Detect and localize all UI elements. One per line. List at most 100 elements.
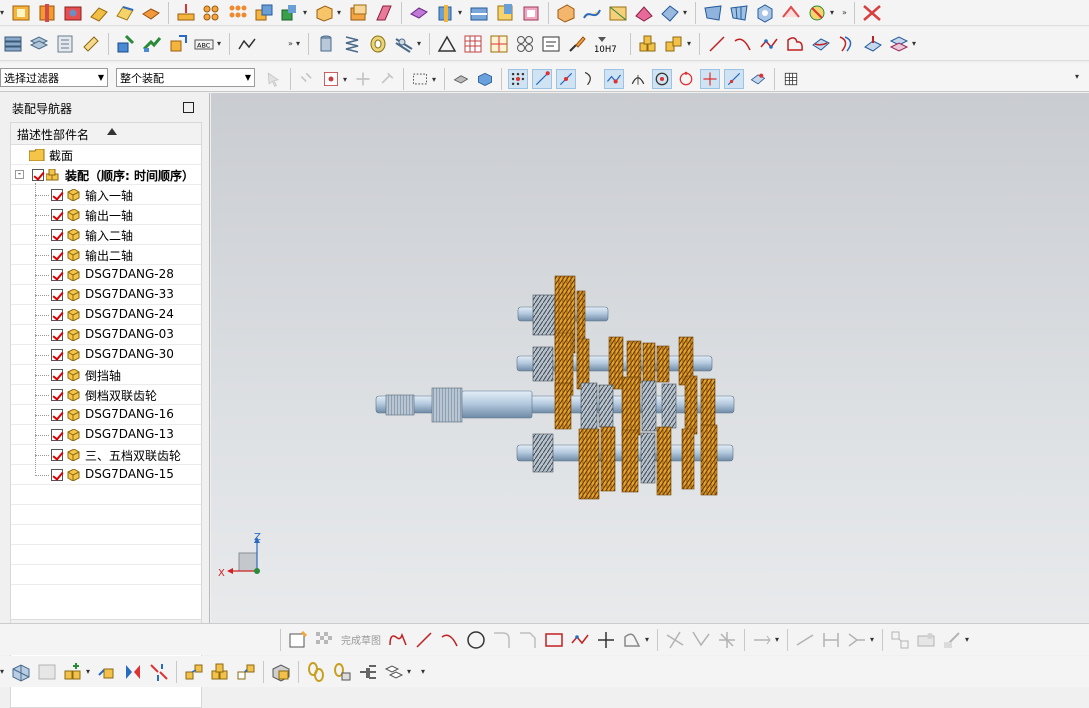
profile-sketch-icon[interactable]: [387, 629, 409, 651]
checkbox-checked-icon[interactable]: [32, 169, 44, 181]
tree-node-part[interactable]: DSG7DANG-33: [11, 285, 201, 305]
checkbox-checked-icon[interactable]: [51, 369, 63, 381]
split-body-icon[interactable]: [468, 2, 490, 24]
sequence-icon[interactable]: [235, 661, 257, 683]
project-curve-icon[interactable]: [862, 33, 884, 55]
move-component-icon[interactable]: [115, 33, 137, 55]
overflow-dropdown-icon[interactable]: ▾: [1075, 72, 1081, 81]
rapid-dimension-icon[interactable]: [820, 629, 842, 651]
patch-icon[interactable]: [494, 2, 516, 24]
quick-trim-icon[interactable]: [664, 629, 686, 651]
face-icon[interactable]: [607, 2, 629, 24]
finish-sketch-label[interactable]: 完成草图: [341, 632, 381, 647]
array-icon[interactable]: [201, 2, 223, 24]
chamfer-icon[interactable]: [114, 2, 136, 24]
gear-lower-6[interactable]: [700, 424, 718, 496]
gear-upper-grey[interactable]: [532, 346, 554, 382]
snap-on-face-icon[interactable]: [749, 70, 767, 88]
overflow-more-icon[interactable]: »: [288, 39, 294, 48]
offset-sketch-icon[interactable]: [621, 629, 643, 651]
snap-arc-center-icon[interactable]: [629, 70, 647, 88]
note-icon[interactable]: [80, 33, 102, 55]
tree-node-section[interactable]: 截面: [11, 145, 201, 165]
tree-node-part[interactable]: DSG7DANG-13: [11, 425, 201, 445]
link-geometry-icon[interactable]: [331, 661, 353, 683]
dropdown-arrow-icon[interactable]: ▾: [775, 635, 781, 644]
checkbox-checked-icon[interactable]: [51, 309, 63, 321]
checkbox-checked-icon[interactable]: [51, 469, 63, 481]
sphere-pattern-icon[interactable]: [514, 33, 536, 55]
tree-node-part[interactable]: DSG7DANG-03: [11, 325, 201, 345]
dropdown-arrow-icon[interactable]: ▾: [645, 635, 651, 644]
gear-lower-2[interactable]: [600, 426, 616, 492]
feature-select-icon[interactable]: [298, 70, 316, 88]
overflow-dropdown-icon[interactable]: ▾: [0, 8, 6, 17]
checkbox-checked-icon[interactable]: [51, 229, 63, 241]
extract-geometry-icon[interactable]: [555, 2, 577, 24]
draft-icon[interactable]: [373, 2, 395, 24]
tree-node-part[interactable]: 输出二轴: [11, 245, 201, 265]
graphics-viewport[interactable]: Z X: [211, 93, 1089, 623]
column-header[interactable]: 描述性部件名: [11, 123, 201, 145]
gear-lower-4[interactable]: [656, 426, 672, 496]
mirror-assembly-icon[interactable]: [122, 661, 144, 683]
scope-select[interactable]: 整个装配 ▼: [116, 68, 255, 87]
clearance-analysis-icon[interactable]: [270, 661, 292, 683]
main-gear-grey-1[interactable]: [580, 382, 598, 430]
circle-icon[interactable]: [465, 629, 487, 651]
tree-node-part[interactable]: 倒挡轴: [11, 365, 201, 385]
assembly-components-icon[interactable]: [10, 661, 32, 683]
rectangle-select-icon[interactable]: [411, 70, 429, 88]
overflow-dropdown-icon[interactable]: ▾: [421, 667, 427, 676]
tree-node-part[interactable]: DSG7DANG-28: [11, 265, 201, 285]
general-select-icon[interactable]: [265, 70, 283, 88]
grid-toggle-icon[interactable]: [782, 70, 800, 88]
layer-stack-icon[interactable]: [28, 33, 50, 55]
snap-midpoint-icon[interactable]: [556, 69, 576, 89]
dropdown-arrow-icon[interactable]: ▾: [912, 39, 918, 48]
brush-icon[interactable]: [566, 33, 588, 55]
replace-face-icon[interactable]: [520, 2, 542, 24]
input-sleeve[interactable]: [461, 390, 533, 419]
add-component-icon[interactable]: [62, 661, 84, 683]
checkbox-checked-icon[interactable]: [51, 269, 63, 281]
dropdown-arrow-icon[interactable]: ▾: [965, 635, 971, 644]
unite-icon[interactable]: [253, 2, 275, 24]
checkbox-checked-icon[interactable]: [51, 389, 63, 401]
dropdown-arrow-icon[interactable]: ▾: [830, 8, 836, 17]
main-gear-grey-3[interactable]: [641, 380, 657, 432]
law-extension-icon[interactable]: [806, 2, 828, 24]
snap-endpoint-icon[interactable]: [532, 69, 552, 89]
interface-icon[interactable]: [357, 661, 379, 683]
curve-on-surface-icon[interactable]: [810, 33, 832, 55]
tolerance-icon[interactable]: 10H7: [592, 33, 624, 55]
sketch-settings-icon[interactable]: [889, 629, 911, 651]
dropdown-arrow-icon[interactable]: ▾: [217, 39, 223, 48]
snap-center-icon[interactable]: [652, 69, 672, 89]
snap-quadrant-icon[interactable]: [677, 70, 695, 88]
finish-sketch-icon[interactable]: [313, 629, 335, 651]
dropdown-arrow-icon[interactable]: ▾: [687, 39, 693, 48]
assembly-constraint-icon[interactable]: [148, 661, 170, 683]
snap-intersection-icon[interactable]: [604, 69, 624, 89]
gear-lower-5[interactable]: [681, 428, 695, 490]
reattach-icon[interactable]: [915, 629, 937, 651]
tree-node-part[interactable]: DSG7DANG-30: [11, 345, 201, 365]
move-assembly-icon[interactable]: [96, 661, 118, 683]
dots-array-icon[interactable]: [227, 2, 249, 24]
make-corner-icon[interactable]: [716, 629, 738, 651]
main-gear-grey-2[interactable]: [598, 384, 614, 428]
cable-icon[interactable]: [393, 33, 415, 55]
main-gear-grey-4[interactable]: [661, 383, 677, 429]
mirror-curve-icon[interactable]: [751, 629, 773, 651]
arc-curve-icon[interactable]: [732, 33, 754, 55]
line-icon[interactable]: [413, 629, 435, 651]
gearbox-model[interactable]: Z X: [211, 93, 1089, 623]
box-icon[interactable]: [313, 2, 335, 24]
cylinder-icon[interactable]: [315, 33, 337, 55]
dropdown-arrow-icon[interactable]: ▾: [296, 39, 302, 48]
auto-constrain-icon[interactable]: [846, 629, 868, 651]
sketch-icon[interactable]: [287, 629, 309, 651]
checkbox-checked-icon[interactable]: [51, 189, 63, 201]
collapse-icon[interactable]: -: [15, 170, 24, 179]
